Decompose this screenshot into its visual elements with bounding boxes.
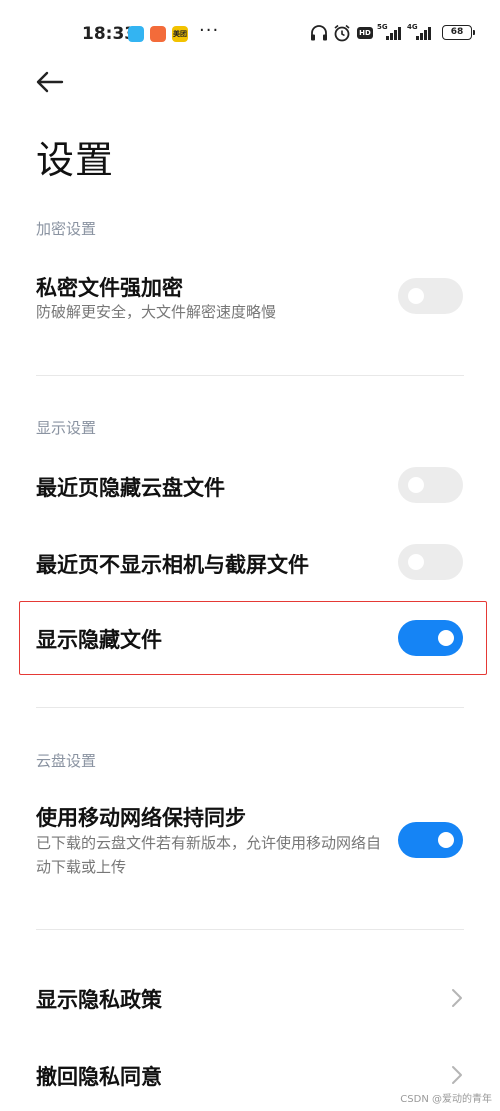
toggle-mobile-sync[interactable]	[398, 822, 463, 858]
signal-5g-icon	[386, 26, 401, 40]
privacy-policy-row[interactable]: 显示隐私政策	[0, 972, 500, 1024]
privacy-policy-link[interactable]: 显示隐私政策	[36, 984, 162, 1014]
divider	[36, 707, 464, 708]
setting-title: 私密文件强加密	[36, 276, 183, 300]
watermark: CSDN @爱动的青年	[400, 1094, 492, 1105]
setting-row-hide-cloud-recent[interactable]: 最近页隐藏云盘文件	[0, 460, 500, 512]
toggle-hide-camera-screenshot[interactable]	[398, 544, 463, 580]
hd-voice-icon: HD	[357, 27, 373, 39]
toggle-knob	[408, 477, 424, 493]
section-header-cloud: 云盘设置	[36, 752, 97, 770]
setting-title: 最近页不显示相机与截屏文件	[36, 553, 309, 577]
setting-row-hide-camera-screenshot[interactable]: 最近页不显示相机与截屏文件	[0, 537, 500, 589]
setting-row-show-hidden-files[interactable]: 显示隐藏文件	[0, 612, 500, 664]
chevron-right-icon	[452, 989, 462, 1007]
toggle-knob	[408, 288, 424, 304]
setting-title: 使用移动网络保持同步	[36, 806, 246, 830]
qq-notification-icon	[128, 26, 144, 42]
battery-icon: 68	[442, 25, 475, 40]
toggle-knob	[408, 554, 424, 570]
divider	[36, 375, 464, 376]
meituan-notification-icon: 美团	[172, 26, 188, 42]
more-notifications-icon: ···	[199, 20, 220, 41]
chevron-right-icon	[452, 1066, 462, 1084]
setting-title: 最近页隐藏云盘文件	[36, 476, 225, 500]
toggle-hide-cloud-recent[interactable]	[398, 467, 463, 503]
toggle-knob	[438, 832, 454, 848]
setting-title: 显示隐藏文件	[36, 628, 162, 652]
setting-row-mobile-sync[interactable]: 使用移动网络保持同步 已下载的云盘文件若有新版本，允许使用移动网络自动下载或上传	[0, 794, 500, 886]
divider	[36, 929, 464, 930]
alarm-icon	[334, 24, 350, 42]
toggle-show-hidden-files[interactable]	[398, 620, 463, 656]
headphones-icon	[311, 25, 327, 41]
toggle-strong-encryption[interactable]	[398, 278, 463, 314]
section-header-encryption: 加密设置	[36, 220, 97, 238]
status-bar: 18:33 美团 ··· HD 5G 4G 68	[0, 0, 500, 68]
shopping-notification-icon	[150, 26, 166, 42]
signal-4g-icon	[416, 26, 431, 40]
section-header-display: 显示设置	[36, 419, 97, 437]
revoke-consent-link[interactable]: 撤回隐私同意	[36, 1061, 162, 1091]
page-title: 设置	[36, 138, 115, 182]
arrow-left-icon	[36, 71, 64, 93]
setting-subtitle: 已下载的云盘文件若有新版本，允许使用移动网络自动下载或上传	[36, 834, 382, 876]
setting-subtitle: 防破解更安全，大文件解密速度略慢	[36, 303, 277, 321]
setting-row-strong-encryption[interactable]: 私密文件强加密 防破解更安全，大文件解密速度略慢	[0, 262, 500, 342]
toggle-knob	[438, 630, 454, 646]
back-button[interactable]	[28, 64, 72, 104]
